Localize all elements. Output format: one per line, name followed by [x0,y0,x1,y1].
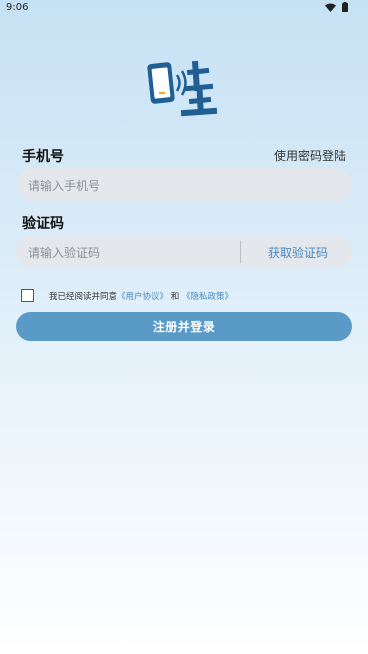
field-divider [240,241,241,263]
agreement-checkbox[interactable] [21,289,34,302]
privacy-policy-link[interactable]: 《隐私政策》 [182,292,233,302]
password-login-link[interactable]: 使用密码登陆 [274,147,346,164]
code-label: 验证码 [22,216,64,232]
status-time: 9:06 [6,2,29,13]
code-input[interactable]: 请输入验证码 获取验证码 [16,235,352,268]
phone-placeholder: 请输入手机号 [28,179,101,193]
status-icons [325,2,348,12]
battery-icon [342,2,348,12]
status-bar: 9:06 [0,0,368,16]
register-login-button[interactable]: 注册并登录 [16,312,352,341]
get-code-button[interactable]: 获取验证码 [268,244,328,261]
user-agreement-link[interactable]: 《用户协议》 [117,292,168,302]
phone-input[interactable]: 请输入手机号 [16,168,352,201]
phone-label: 手机号 [22,149,64,165]
agreement-conjunction: 和 [170,292,180,302]
code-placeholder: 请输入验证码 [28,246,101,260]
agreement-text: 我已经阅读并同意《用户协议》 和 《隐私政策》 [49,290,233,302]
agreement-prefix: 我已经阅读并同意 [49,292,118,302]
logo-icon [147,60,218,117]
wifi-icon [325,3,336,12]
